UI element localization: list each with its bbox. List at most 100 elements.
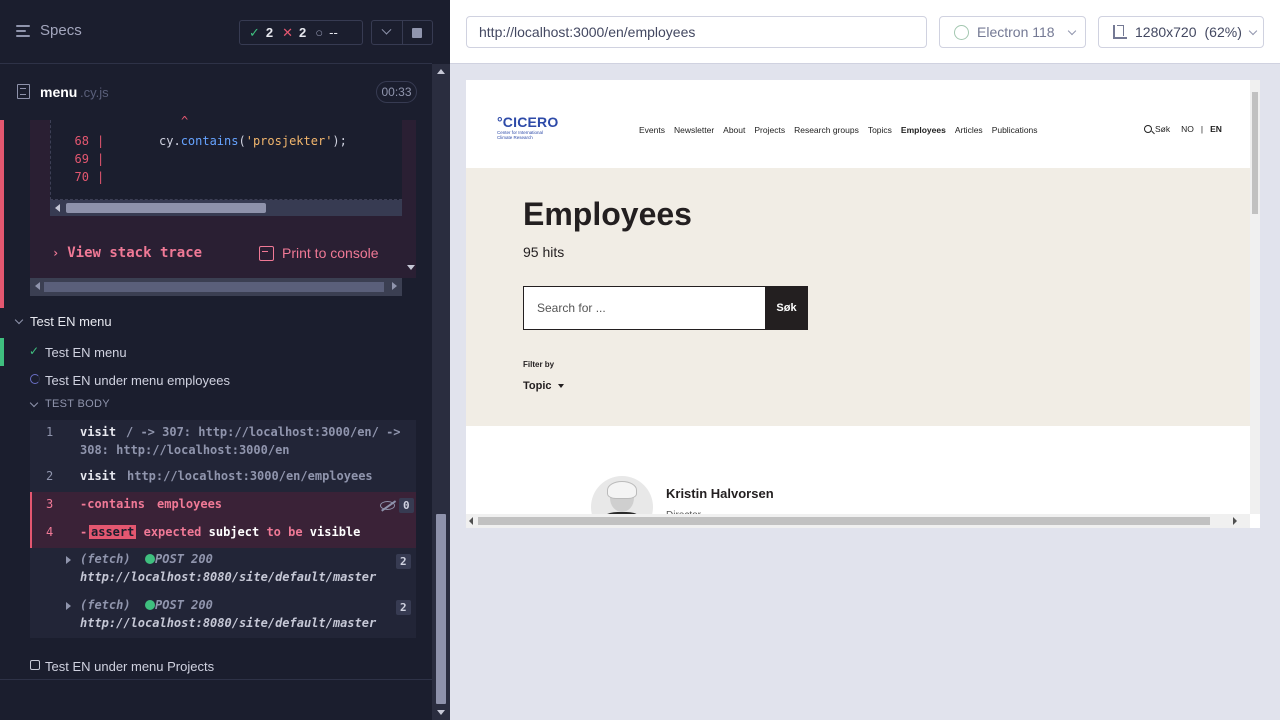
caret-down-icon: [557, 384, 564, 388]
collapse-button[interactable]: [372, 21, 402, 44]
reporter-scrollbar[interactable]: [432, 64, 450, 720]
failed-commands: 3 -contains employees 0 4 - assert expec…: [30, 492, 416, 548]
chevron-right-icon: [66, 556, 71, 564]
test-item-pending[interactable]: Test EN under menu Projects: [0, 652, 432, 680]
search-button[interactable]: Søk: [765, 286, 808, 330]
specs-button[interactable]: Specs: [16, 22, 82, 39]
failed-stat: ✕ 2: [282, 24, 307, 41]
chevron-down-icon: [381, 24, 392, 35]
hamburger-icon: [16, 24, 30, 37]
url-bar[interactable]: http://localhost:3000/en/employees: [466, 16, 927, 48]
check-icon: ✓: [249, 24, 260, 40]
scrollbar-thumb[interactable]: [1252, 92, 1258, 214]
spec-duration: 00:33: [376, 81, 417, 103]
code-frame-scrollbar[interactable]: [50, 200, 412, 216]
error-vertical-scrollbar[interactable]: [402, 120, 416, 275]
fetch-log-item[interactable]: (fetch) POST 200 http://localhost:8080/s…: [30, 552, 416, 596]
frame-horizontal-scrollbar[interactable]: [466, 514, 1250, 528]
nav-projects[interactable]: Projects: [754, 125, 785, 135]
site-logo[interactable]: °CICERO Center for International Climate…: [497, 114, 558, 140]
lang-no[interactable]: NO: [1181, 124, 1194, 134]
assert-badge: assert: [89, 525, 137, 539]
scroll-up-icon: [437, 69, 445, 74]
view-stack-trace-button[interactable]: › View stack trace: [52, 245, 202, 261]
scroll-corner: [402, 278, 416, 296]
topic-filter[interactable]: Topic: [523, 380, 564, 392]
viewport-selector[interactable]: 1280x720 (62%): [1098, 16, 1264, 48]
print-to-console-button[interactable]: Print to console: [259, 245, 379, 261]
scrollbar-thumb[interactable]: [436, 514, 446, 704]
scroll-left-icon: [469, 517, 473, 525]
search-input[interactable]: Search for ...: [523, 286, 766, 330]
filter-label: Filter by: [523, 360, 555, 369]
scroll-left-icon: [55, 204, 60, 212]
nav-events[interactable]: Events: [639, 125, 665, 135]
specs-label: Specs: [40, 22, 82, 39]
test-item-running[interactable]: Test EN under menu employees: [0, 366, 432, 394]
app-under-test-frame: °CICERO Center for International Climate…: [466, 80, 1260, 528]
nav-research-groups[interactable]: Research groups: [794, 125, 859, 135]
scroll-left-icon: [35, 282, 40, 290]
spec-extension: .cy.js: [80, 85, 109, 100]
nav-publications[interactable]: Publications: [992, 125, 1038, 135]
nav-topics[interactable]: Topics: [868, 125, 892, 135]
ruler-icon: [1113, 25, 1127, 39]
command-row[interactable]: 2 visit http://localhost:3000/en/employe…: [30, 464, 416, 492]
spinner-icon: [30, 374, 40, 384]
divider: [0, 679, 432, 680]
hidden-elements-badge: 0: [380, 498, 414, 513]
status-dot-icon: [145, 554, 156, 564]
reporter-topbar: Specs ✓ 2 ✕ 2 ○ --: [0, 0, 433, 64]
command-row[interactable]: 1 visit / -> 307: http://localhost:3000/…: [30, 420, 416, 464]
error-caret: ^: [181, 114, 189, 128]
fetch-log-item[interactable]: (fetch) POST 200 http://localhost:8080/s…: [30, 598, 416, 642]
pass-indicator: [0, 338, 4, 366]
stop-icon: [412, 27, 423, 38]
scrollbar-thumb[interactable]: [66, 203, 266, 213]
nav-newsletter[interactable]: Newsletter: [674, 125, 714, 135]
electron-icon: [954, 24, 969, 40]
browser-selector[interactable]: Electron 118: [939, 16, 1086, 48]
command-row[interactable]: 3 -contains employees 0: [30, 492, 416, 520]
code-line: 68 | cy.contains('prosjekter');: [74, 134, 347, 148]
nav-articles[interactable]: Articles: [955, 125, 983, 135]
chevron-right-icon: ›: [52, 246, 60, 260]
lang-en[interactable]: EN: [1210, 124, 1222, 134]
runner-panel: http://localhost:3000/en/employees Elect…: [450, 0, 1280, 720]
spec-header: menu .cy.js 00:33: [0, 64, 432, 120]
site-nav: Events Newsletter About Projects Researc…: [639, 125, 1038, 135]
command-row[interactable]: 4 - assert expected subject to be visibl…: [30, 520, 416, 548]
pending-stat: ○ --: [315, 25, 338, 40]
scrollbar-thumb[interactable]: [44, 282, 384, 292]
test-body-header[interactable]: TEST BODY: [29, 398, 110, 410]
page-title: Employees: [523, 196, 692, 232]
spinner-icon: ○: [315, 25, 324, 40]
stop-button[interactable]: [401, 21, 433, 44]
site-header: °CICERO Center for International Climate…: [466, 80, 1260, 168]
page-hero: Employees 95 hits Search for ... Søk Fil…: [466, 168, 1250, 426]
chevron-down-icon: [1067, 26, 1076, 35]
site-search-link[interactable]: Søk: [1144, 124, 1170, 134]
eye-slash-icon: [380, 501, 395, 510]
frame-vertical-scrollbar[interactable]: [1250, 80, 1260, 514]
nav-employees[interactable]: Employees: [901, 125, 946, 135]
site-tools: Søk NO | EN: [1144, 124, 1222, 134]
file-icon: [17, 84, 30, 99]
console-icon: [259, 245, 274, 261]
code-line: 70 |: [74, 170, 105, 184]
chevron-right-icon: [66, 602, 71, 610]
test-item-passed[interactable]: ✓ Test EN menu: [0, 338, 432, 366]
nav-about[interactable]: About: [723, 125, 745, 135]
failure-indicator: [0, 120, 4, 308]
chevron-down-icon: [14, 315, 24, 325]
spec-name: menu: [40, 84, 78, 100]
status-dot-icon: [145, 600, 156, 610]
scroll-right-icon: [392, 282, 397, 290]
scroll-down-icon: [407, 265, 415, 270]
scroll-right-icon: [1233, 517, 1237, 525]
error-horizontal-scrollbar[interactable]: [30, 278, 402, 296]
suite-title[interactable]: Test EN menu: [14, 314, 112, 329]
chevron-down-icon: [1248, 26, 1258, 35]
scrollbar-thumb[interactable]: [478, 517, 1210, 525]
run-controls: [371, 20, 433, 45]
